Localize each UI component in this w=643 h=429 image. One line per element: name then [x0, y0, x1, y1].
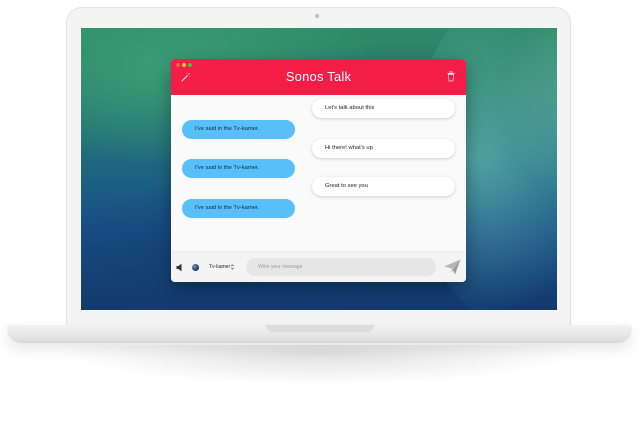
- message-bubble-received: Let's talk about this: [312, 99, 455, 118]
- speaker-icon[interactable]: [176, 263, 184, 272]
- message-bubble-received: Great to see you: [312, 177, 455, 196]
- message-list: Let's talk about this I've said in the T…: [171, 95, 466, 251]
- laptop-notch: [266, 325, 374, 332]
- message-bubble-sent: I've said in the Tv-kamer.: [182, 120, 295, 139]
- device-select[interactable]: Tv-kamer: [209, 261, 230, 273]
- title-bar: Sonos Talk: [171, 59, 466, 95]
- close-window-button[interactable]: [176, 63, 180, 67]
- message-input[interactable]: [246, 258, 436, 276]
- composer-bar: Tv-kamer: [171, 251, 466, 282]
- chat-window: Sonos Talk Let's talk about this I've sa…: [171, 59, 466, 282]
- minimize-window-button[interactable]: [182, 63, 186, 67]
- maximize-window-button[interactable]: [188, 63, 192, 67]
- app-title: Sonos Talk: [285, 69, 352, 84]
- paper-plane-icon[interactable]: [444, 259, 461, 275]
- message-bubble-sent: I've said in the Tv-kamer.: [182, 199, 295, 218]
- select-chevron-icon[interactable]: [231, 264, 234, 270]
- camera-icon: [315, 14, 319, 18]
- device-globe-icon: [192, 264, 199, 271]
- trash-icon[interactable]: [446, 71, 456, 82]
- laptop-shadow: [60, 345, 580, 385]
- message-bubble-sent: I've said in the Tv-kamer.: [182, 159, 295, 178]
- message-bubble-received: Hi there! what's up: [312, 139, 455, 158]
